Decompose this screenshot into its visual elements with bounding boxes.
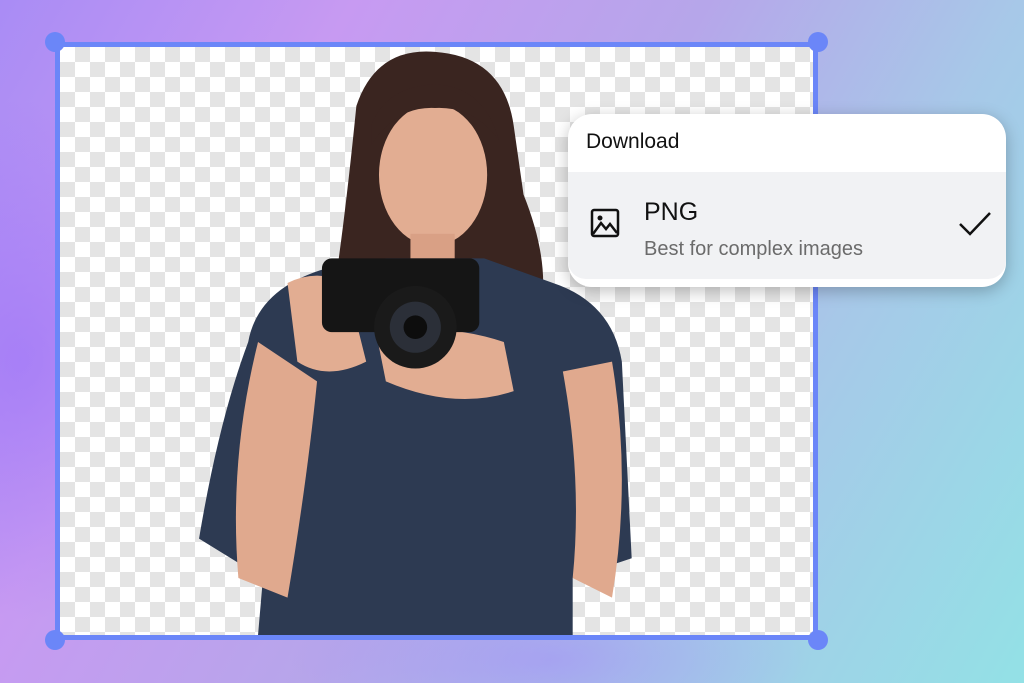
download-title: Download <box>586 130 680 153</box>
download-panel: Download PNG Best for complex images <box>568 114 1006 287</box>
resize-handle-top-right[interactable] <box>808 32 828 52</box>
resize-handle-bottom-left[interactable] <box>45 630 65 650</box>
image-icon <box>590 208 620 238</box>
resize-handle-bottom-right[interactable] <box>808 630 828 650</box>
option-description: Best for complex images <box>644 238 863 260</box>
file-type-option-png[interactable]: PNG Best for complex images <box>568 172 1006 279</box>
checkmark-icon <box>959 212 991 236</box>
option-name: PNG <box>644 198 699 226</box>
resize-handle-top-left[interactable] <box>45 32 65 52</box>
